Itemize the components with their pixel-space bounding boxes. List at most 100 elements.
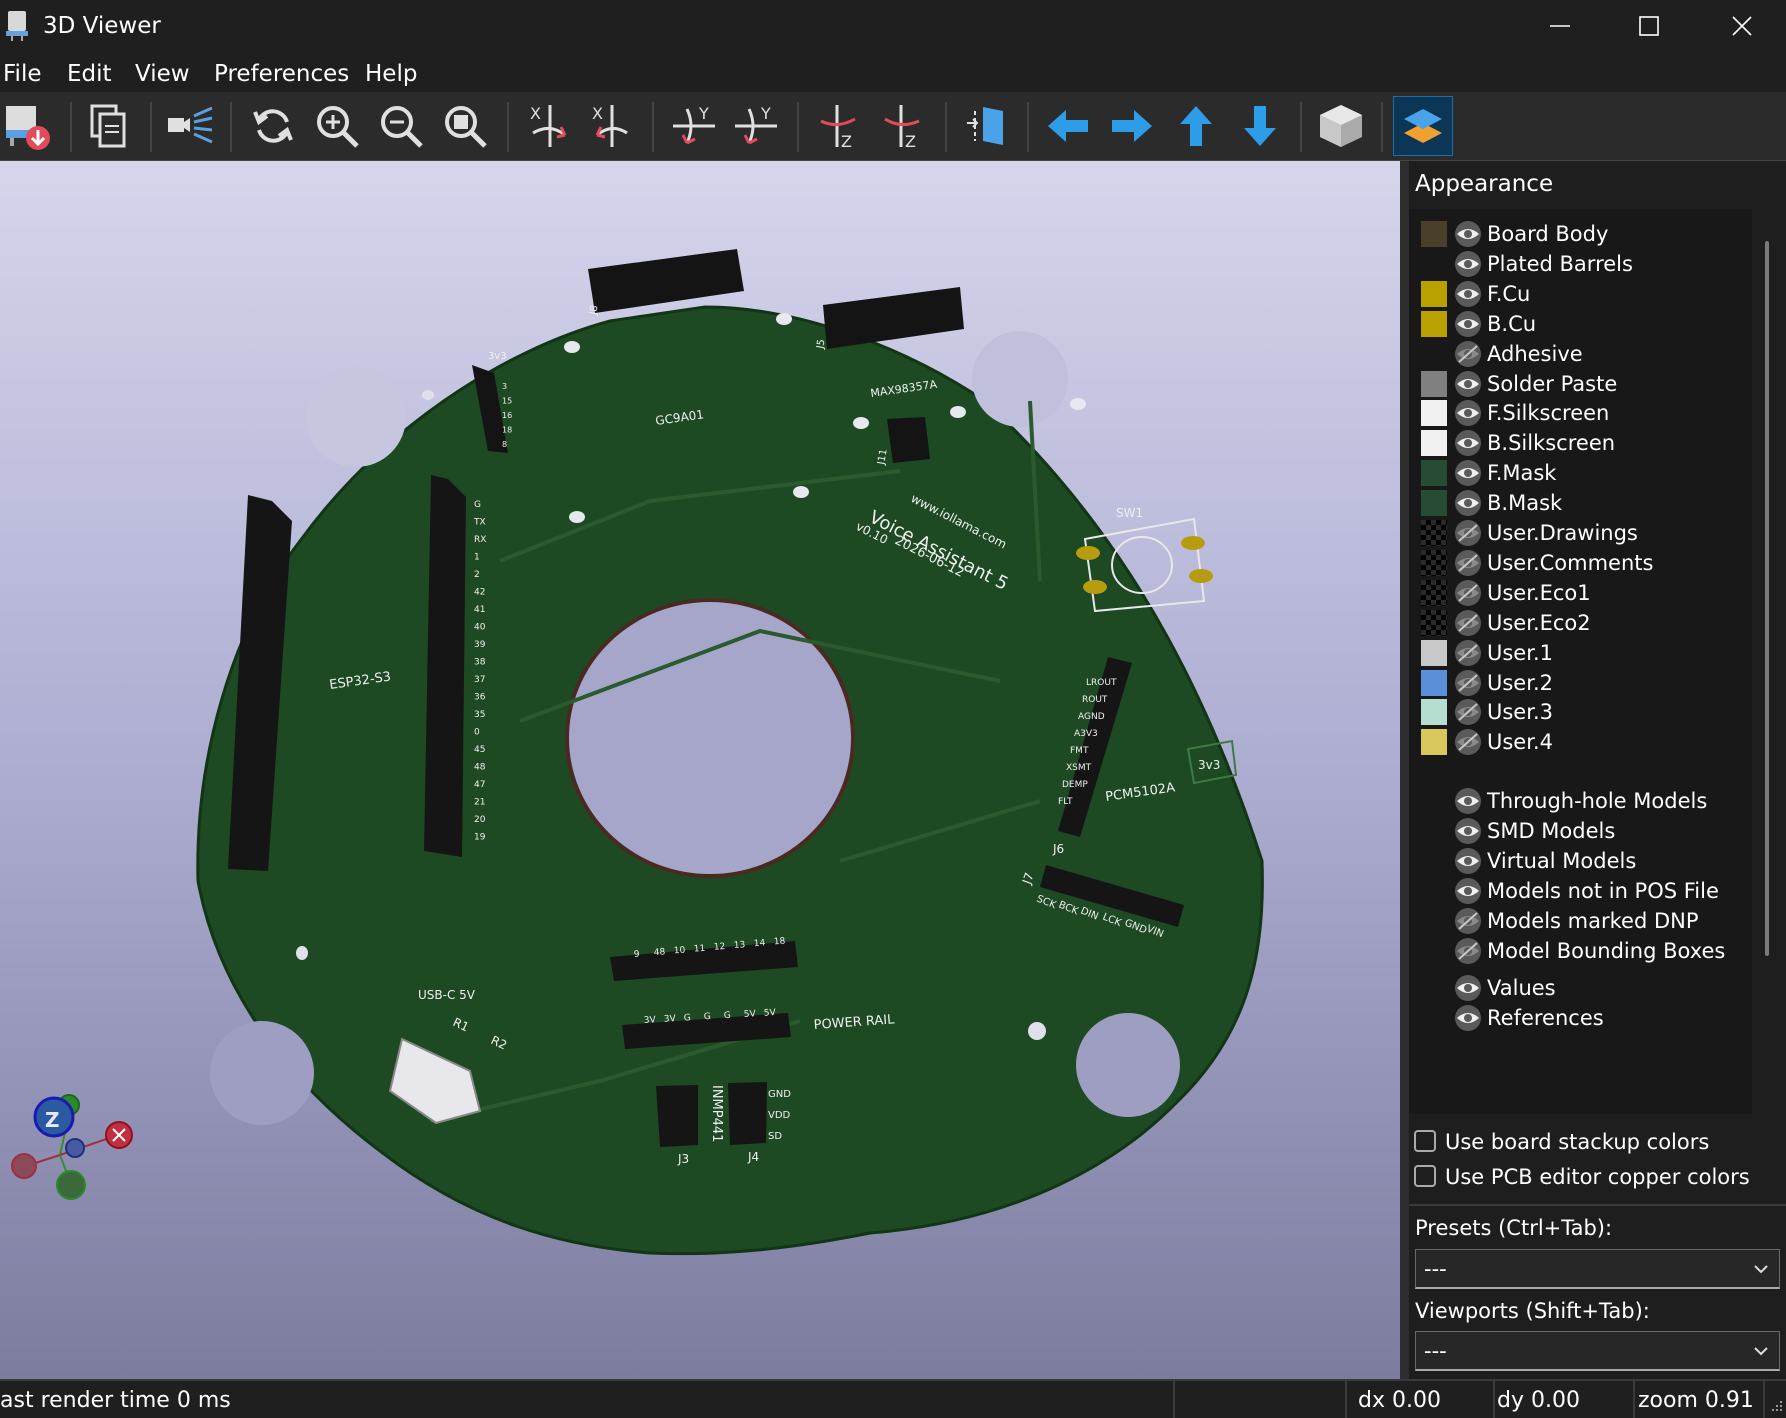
- minimize-button[interactable]: [1520, 0, 1600, 52]
- color-swatch[interactable]: [1421, 579, 1447, 606]
- layer-row-user-drawings[interactable]: User.Drawings: [1409, 516, 1752, 548]
- layer-row-adhesive[interactable]: Adhesive: [1409, 337, 1752, 369]
- color-swatch[interactable]: [1421, 699, 1447, 726]
- menu-file[interactable]: File: [3, 60, 42, 88]
- layer-row-f-mask[interactable]: F.Mask: [1409, 456, 1752, 488]
- eye-hidden-icon[interactable]: [1453, 698, 1483, 726]
- layer-row-models-not-in-pos-file[interactable]: Models not in POS File: [1409, 874, 1752, 906]
- layers-list[interactable]: Board Body Plated Barrels F.Cu B.Cu Adhesive…: [1409, 209, 1752, 1114]
- rotate-x-cw-button[interactable]: X: [522, 96, 578, 156]
- eye-icon[interactable]: [1453, 847, 1483, 875]
- eye-icon[interactable]: [1453, 877, 1483, 905]
- eye-icon[interactable]: [1453, 220, 1483, 248]
- layer-row-b-silkscreen[interactable]: B.Silkscreen: [1409, 426, 1752, 458]
- rotate-x-ccw-button[interactable]: X: [584, 96, 640, 156]
- eye-hidden-icon[interactable]: [1453, 579, 1483, 607]
- appearance-button[interactable]: [1393, 96, 1453, 156]
- layer-row-b-cu[interactable]: B.Cu: [1409, 307, 1752, 339]
- eye-hidden-icon[interactable]: [1453, 669, 1483, 697]
- zoom-in-button[interactable]: [309, 96, 365, 156]
- layer-row-virtual-models[interactable]: Virtual Models: [1409, 844, 1752, 876]
- color-swatch[interactable]: [1421, 729, 1447, 756]
- eye-icon[interactable]: [1453, 974, 1483, 1002]
- layer-row-user-2[interactable]: User.2: [1409, 666, 1752, 698]
- eye-hidden-icon[interactable]: [1453, 728, 1483, 756]
- rotate-y-cw-button[interactable]: Y: [666, 96, 722, 156]
- menu-help[interactable]: Help: [365, 60, 417, 88]
- maximize-button[interactable]: [1609, 0, 1689, 52]
- layer-row-user-3[interactable]: User.3: [1409, 695, 1752, 727]
- layer-row-f-cu[interactable]: F.Cu: [1409, 277, 1752, 309]
- eye-icon[interactable]: [1453, 310, 1483, 338]
- color-swatch[interactable]: [1421, 460, 1447, 487]
- color-swatch[interactable]: [1421, 639, 1447, 666]
- raytrace-button[interactable]: [162, 96, 218, 156]
- panel-splitter[interactable]: [1400, 161, 1409, 1379]
- close-button[interactable]: [1702, 0, 1782, 52]
- checkbox-box[interactable]: [1414, 1165, 1436, 1187]
- layer-row-user-eco2[interactable]: User.Eco2: [1409, 606, 1752, 638]
- eye-icon[interactable]: [1453, 817, 1483, 845]
- eye-icon[interactable]: [1453, 429, 1483, 457]
- layer-row-b-mask[interactable]: B.Mask: [1409, 486, 1752, 518]
- copy-button[interactable]: [80, 96, 136, 156]
- color-swatch[interactable]: [1421, 400, 1447, 427]
- use-pcb-copper-colors-checkbox[interactable]: Use PCB editor copper colors: [1414, 1162, 1774, 1194]
- layer-row-models-marked-dnp[interactable]: Models marked DNP: [1409, 904, 1752, 936]
- color-swatch[interactable]: [1421, 310, 1447, 337]
- rotate-z-ccw-button[interactable]: Z: [876, 96, 932, 156]
- projection-button[interactable]: [1313, 96, 1369, 156]
- eye-icon[interactable]: [1453, 489, 1483, 517]
- layer-row-values[interactable]: Values: [1409, 971, 1752, 1003]
- menu-preferences[interactable]: Preferences: [214, 60, 349, 88]
- checkbox-box[interactable]: [1414, 1130, 1436, 1152]
- color-swatch[interactable]: [1421, 221, 1447, 247]
- layer-row-solder-paste[interactable]: Solder Paste: [1409, 367, 1752, 399]
- eye-icon[interactable]: [1453, 370, 1483, 398]
- move-down-button[interactable]: [1232, 96, 1288, 156]
- layer-row-smd-models[interactable]: SMD Models: [1409, 814, 1752, 846]
- color-swatch[interactable]: [1421, 609, 1447, 636]
- layer-row-plated-barrels[interactable]: Plated Barrels: [1409, 247, 1752, 279]
- move-left-button[interactable]: [1040, 96, 1096, 156]
- layer-row-references[interactable]: References: [1409, 1001, 1752, 1033]
- eye-hidden-icon[interactable]: [1453, 609, 1483, 637]
- eye-hidden-icon[interactable]: [1453, 907, 1483, 935]
- move-up-button[interactable]: [1168, 96, 1224, 156]
- 3d-viewport[interactable]: www.iollama.com Voice Assistant 5 v0.10 …: [0, 161, 1400, 1379]
- color-swatch[interactable]: [1421, 549, 1447, 576]
- viewports-dropdown[interactable]: ---: [1415, 1331, 1780, 1371]
- reload-button[interactable]: [245, 96, 301, 156]
- presets-dropdown[interactable]: ---: [1415, 1249, 1780, 1289]
- eye-hidden-icon[interactable]: [1453, 340, 1483, 368]
- resize-grip-icon[interactable]: [1768, 1397, 1784, 1413]
- layer-row-user-4[interactable]: User.4: [1409, 725, 1752, 757]
- eye-hidden-icon[interactable]: [1453, 549, 1483, 577]
- eye-hidden-icon[interactable]: [1453, 639, 1483, 667]
- use-stackup-colors-checkbox[interactable]: Use board stackup colors: [1414, 1127, 1774, 1159]
- layer-row-through-hole-models[interactable]: Through-hole Models: [1409, 784, 1752, 816]
- color-swatch[interactable]: [1421, 520, 1447, 546]
- eye-hidden-icon[interactable]: [1453, 519, 1483, 547]
- menu-view[interactable]: View: [135, 60, 190, 88]
- rotate-z-cw-button[interactable]: Z: [812, 96, 868, 156]
- layer-row-user-eco1[interactable]: User.Eco1: [1409, 576, 1752, 608]
- eye-icon[interactable]: [1453, 459, 1483, 487]
- eye-icon[interactable]: [1453, 250, 1483, 278]
- eye-hidden-icon[interactable]: [1453, 937, 1483, 965]
- layer-row-board-body[interactable]: Board Body: [1409, 217, 1752, 249]
- color-swatch[interactable]: [1421, 669, 1447, 696]
- zoom-fit-button[interactable]: [437, 96, 493, 156]
- eye-icon[interactable]: [1453, 280, 1483, 308]
- layer-row-model-bounding-boxes[interactable]: Model Bounding Boxes: [1409, 934, 1752, 966]
- eye-icon[interactable]: [1453, 1004, 1483, 1032]
- eye-icon[interactable]: [1453, 787, 1483, 815]
- zoom-out-button[interactable]: [373, 96, 429, 156]
- layer-row-f-silkscreen[interactable]: F.Silkscreen: [1409, 396, 1752, 428]
- color-swatch[interactable]: [1421, 430, 1447, 457]
- layer-row-user-1[interactable]: User.1: [1409, 636, 1752, 668]
- color-swatch[interactable]: [1421, 280, 1447, 307]
- move-right-button[interactable]: [1104, 96, 1160, 156]
- color-swatch[interactable]: [1421, 370, 1447, 397]
- rotate-y-ccw-button[interactable]: Y: [728, 96, 784, 156]
